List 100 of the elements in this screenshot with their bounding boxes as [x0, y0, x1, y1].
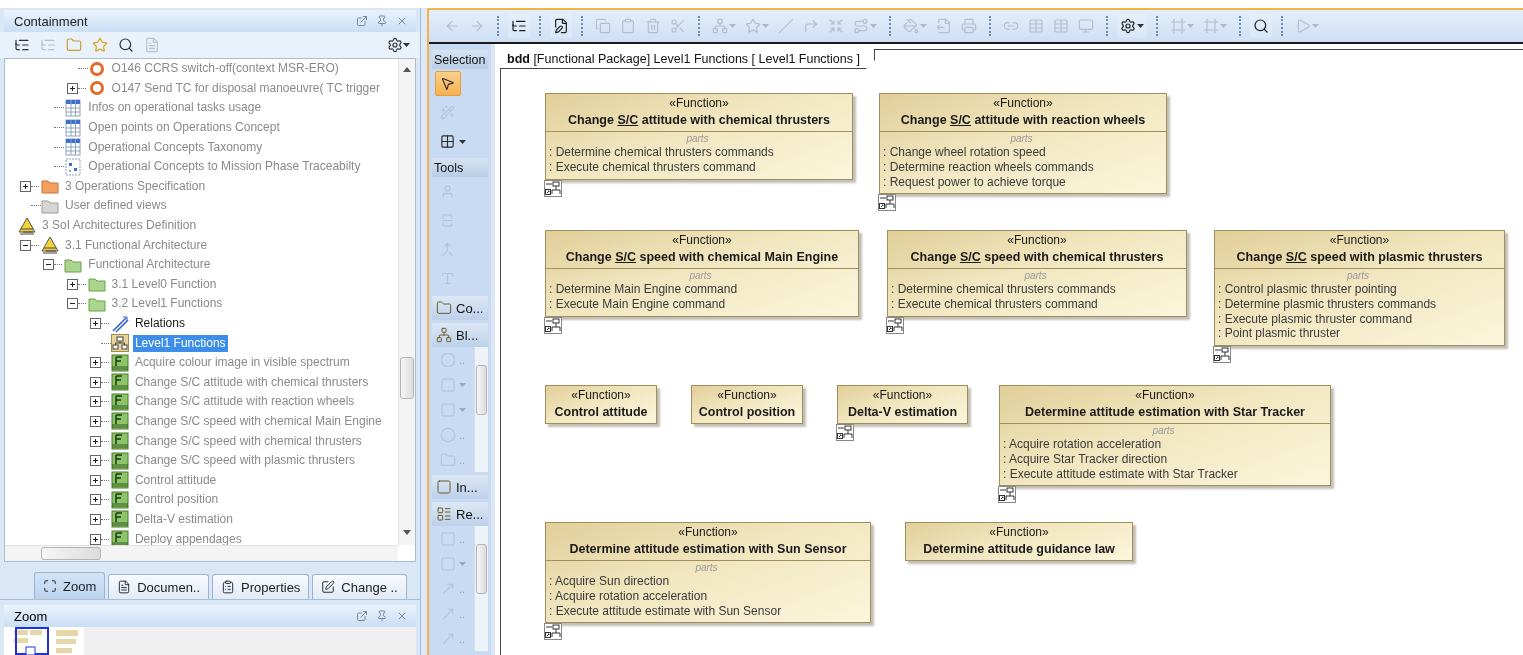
- tree-item[interactable]: 3.2 Level1 Functions: [109, 295, 225, 313]
- function-block[interactable]: «Function» Determine attitude estimation with Star Tracker parts : Acquire rotation acceleration : Acquire Star Tracker direction : Execute attitude estimate with Star Tracker: [999, 385, 1331, 487]
- scrollbar-thumb[interactable]: [476, 544, 487, 594]
- collapse-icon[interactable]: [66, 298, 78, 310]
- function-block[interactable]: «Function» Change S/C speed with chemical Main Engine parts : Determine Main Engine command : Execute Main Engine command: [545, 230, 859, 317]
- scroll-down-icon[interactable]: [403, 530, 411, 535]
- tree-item[interactable]: Change S/C speed with chemical thrusters: [132, 432, 364, 450]
- diagram-link-icon[interactable]: [1213, 346, 1231, 364]
- relation-icon: [110, 314, 129, 333]
- tree-item[interactable]: Operational Concepts Taxonomy: [86, 138, 265, 156]
- tree-item[interactable]: Change S/C speed with plasmic thrusters: [132, 452, 357, 470]
- tree-item[interactable]: Control position: [132, 491, 221, 509]
- open-folder-button[interactable]: [66, 36, 82, 54]
- panel-tab[interactable]: Documen..: [108, 574, 210, 599]
- diagram-link-icon[interactable]: [544, 316, 562, 334]
- expand-icon[interactable]: [89, 318, 101, 329]
- close-button[interactable]: [396, 15, 408, 27]
- palette-group-button[interactable]: Re...: [432, 502, 488, 526]
- expand-icon[interactable]: [89, 533, 101, 545]
- function-block[interactable]: «Function» Change S/C attitude with reaction wheels parts : Change wheel rotation speed : Determine reaction wheels commands : Request power to achieve torque: [879, 93, 1167, 195]
- tree-item[interactable]: 3.1 Level0 Function: [109, 275, 219, 293]
- scrollbar-thumb[interactable]: [400, 357, 414, 399]
- palette-section-header[interactable]: Selection: [432, 50, 488, 69]
- search-button[interactable]: [1250, 14, 1272, 38]
- edit-button[interactable]: [550, 14, 572, 38]
- scrollbar[interactable]: [474, 347, 488, 472]
- palette-group-button[interactable]: Bl...: [432, 323, 488, 347]
- expand-icon[interactable]: [89, 513, 101, 525]
- expand-icon[interactable]: [89, 416, 101, 427]
- document-button[interactable]: [144, 36, 160, 54]
- function-block[interactable]: «Function» Control attitude: [545, 385, 657, 424]
- expand-icon[interactable]: [89, 357, 101, 369]
- pin-button[interactable]: [376, 610, 388, 622]
- function-block[interactable]: «Function» Determine attitude estimation with Sun Sensor parts : Acquire Sun direction : Acquire rotation acceleration : Execute attitude estimate with Sun Sensor: [545, 522, 871, 624]
- tree-item[interactable]: Change S/C attitude with chemical thrusters: [132, 373, 371, 391]
- function-block[interactable]: «Function» Change S/C speed with chemical thrusters parts : Determine chemical thrusters commands : Execute chemical thrusters command: [887, 230, 1187, 317]
- function-block[interactable]: «Function» Determine attitude guidance law: [905, 522, 1133, 561]
- palette-group-button[interactable]: Co...: [432, 296, 488, 320]
- scrollbar-thumb[interactable]: [41, 547, 101, 560]
- diagram-link-icon[interactable]: [998, 486, 1016, 504]
- tree-item[interactable]: Control attitude: [132, 471, 219, 489]
- tree-item[interactable]: Functional Architecture: [86, 256, 213, 274]
- vertical-scrollbar[interactable]: [398, 59, 415, 545]
- tree-item[interactable]: Deploy appendages: [132, 530, 244, 545]
- expand-icon[interactable]: [20, 180, 31, 192]
- tree-item[interactable]: Change S/C speed with chemical Main Engine: [132, 413, 384, 430]
- tree-item[interactable]: Infos on operational tasks usage: [86, 99, 264, 117]
- tree-item[interactable]: Operational Concepts to Mission Phase Traceabilty: [86, 158, 363, 176]
- palette-section-header[interactable]: Tools: [432, 158, 488, 177]
- pointer-tool-button[interactable]: [435, 71, 461, 96]
- diagram-link-icon[interactable]: [886, 316, 904, 334]
- palette-group-button[interactable]: In...: [432, 475, 488, 499]
- expand-icon[interactable]: [89, 474, 101, 486]
- tree-button[interactable]: [508, 14, 530, 38]
- expand-icon[interactable]: [89, 455, 101, 467]
- tree-item[interactable]: User defined views: [63, 197, 169, 215]
- diagram-link-icon[interactable]: [878, 194, 896, 212]
- folder-icon: [87, 275, 106, 294]
- close-button[interactable]: [396, 610, 408, 622]
- tree-item[interactable]: Open points on Operations Concept: [86, 119, 282, 137]
- float-panel-button[interactable]: [356, 610, 368, 622]
- tree-item[interactable]: 3.1 Functional Architecture: [63, 236, 210, 254]
- tree-item[interactable]: 3 SoI Architectures Definition: [40, 217, 199, 235]
- expand-icon[interactable]: [89, 396, 101, 408]
- function-block[interactable]: «Function» Control position: [691, 385, 803, 424]
- star-button[interactable]: [92, 36, 108, 54]
- diagram-link-icon[interactable]: [544, 179, 562, 197]
- expand-icon[interactable]: [66, 82, 78, 94]
- pin-button[interactable]: [376, 15, 388, 27]
- function-block[interactable]: «Function» Delta-V estimation: [837, 385, 968, 424]
- expand-icon[interactable]: [66, 278, 78, 290]
- collapse-icon[interactable]: [20, 239, 31, 251]
- settings-button[interactable]: [387, 36, 410, 54]
- function-block[interactable]: «Function» Change S/C attitude with chemical thrusters parts : Determine chemical thrusters commands : Execute chemical thrusters command: [545, 93, 853, 180]
- panel-tab[interactable]: Zoom: [34, 572, 106, 599]
- diagram-link-icon[interactable]: [836, 424, 854, 441]
- tree-item[interactable]: Delta-V estimation: [132, 510, 235, 528]
- diagram-link-icon[interactable]: [544, 623, 562, 641]
- search-button[interactable]: [118, 36, 134, 54]
- scroll-up-icon[interactable]: [403, 67, 411, 72]
- collapse-icon[interactable]: [43, 259, 55, 271]
- tree-item[interactable]: Level1 Functions: [132, 334, 228, 352]
- panel-tab[interactable]: Properties: [212, 574, 310, 599]
- tree-item[interactable]: O146 CCRS switch-off(context MSR-ERO): [109, 60, 341, 78]
- expand-icon[interactable]: [89, 435, 101, 447]
- tree-item[interactable]: O147 Send TC for disposal manoeuvre( TC trigger: [109, 79, 382, 97]
- tree-item[interactable]: Change S/C attitude with reaction wheels: [132, 393, 357, 411]
- horizontal-scrollbar[interactable]: [5, 545, 398, 561]
- tree-item[interactable]: 3 Operations Specification: [63, 177, 208, 195]
- tree-item[interactable]: Relations: [132, 315, 187, 332]
- expand-icon[interactable]: [89, 376, 101, 388]
- expand-icon[interactable]: [89, 494, 101, 506]
- scrollbar[interactable]: [474, 526, 488, 651]
- float-panel-button[interactable]: [356, 15, 368, 27]
- panel-tab[interactable]: Change ..: [312, 574, 407, 599]
- scrollbar-thumb[interactable]: [476, 365, 487, 415]
- tree-item[interactable]: Acquire colour image in visible spectrum: [132, 354, 352, 372]
- settings-button[interactable]: [1117, 14, 1147, 38]
- function-block[interactable]: «Function» Change S/C speed with plasmic thrusters parts : Control plasmic thruster pointing : Determine plasmic thrusters commands : Execute plasmic thruster command : Point plasmic thruster: [1214, 230, 1505, 347]
- zoom-thumbnail-drawing[interactable]: [4, 627, 84, 655]
